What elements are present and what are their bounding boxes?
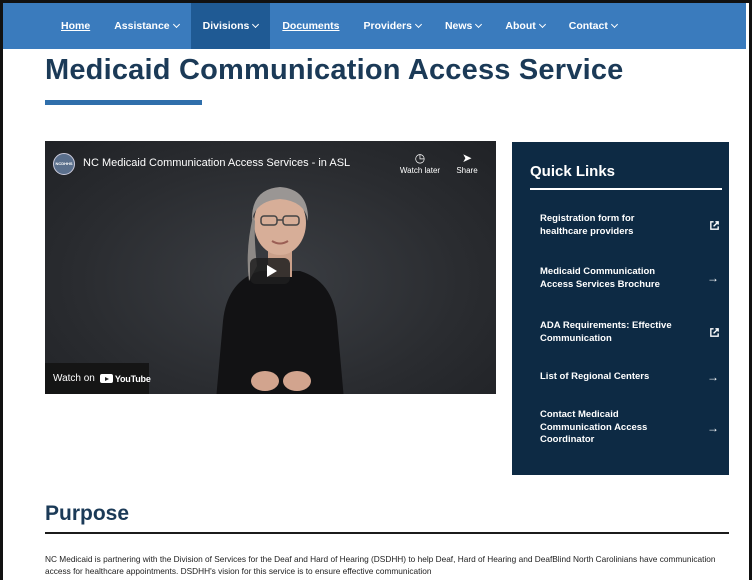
chevron-down-icon [172,20,180,28]
channel-logo[interactable]: NCDHHS [53,153,75,175]
quick-link-ada-requirements[interactable]: ADA Requirements: Effective Communicatio… [540,320,720,345]
quick-link-label: Registration form for healthcare provide… [540,213,635,237]
quick-link-label: List of Regional Centers [540,371,650,382]
youtube-logo: YouTube [99,373,151,384]
channel-logo-text: NCDHHS [55,161,73,166]
quick-link-label: Medicaid Communication Access Services B… [540,266,660,290]
purpose-body-text: NC Medicaid is partnering with the Divis… [45,554,716,576]
chevron-down-icon [475,20,483,28]
nav-label: About [505,20,536,32]
quick-links-panel: Quick Links Registration form for health… [512,142,729,475]
quick-link-registration-form[interactable]: Registration form for healthcare provide… [540,213,720,238]
quick-link-label: Contact Medicaid Communication Access Co… [540,409,648,445]
video-player[interactable]: NCDHHS NC Medicaid Communication Access … [45,141,496,394]
watch-later-label: Watch later [399,166,441,175]
external-link-icon [710,328,719,337]
share-label: Share [456,166,478,175]
nav-documents[interactable]: Documents [270,3,351,49]
nav-assistance[interactable]: Assistance [102,3,190,49]
chevron-down-icon [252,20,260,28]
page-title: Medicaid Communication Access Service [45,54,624,86]
nav-home[interactable]: Home [49,3,102,49]
watch-later-button[interactable]: ◷ Watch later [395,151,445,175]
chevron-down-icon [414,20,423,28]
quick-links-title: Quick Links [530,163,616,180]
nav-label: News [444,20,473,32]
title-accent-bar [45,100,202,105]
nav-contact[interactable]: Contact [557,3,629,49]
nav-providers[interactable]: Providers [352,3,433,49]
nav-label: Divisions [202,20,250,32]
nav-label: Assistance [114,20,170,32]
nav-label: Contact [568,20,608,32]
nav-label: Home [61,20,91,32]
share-icon: ➤ [461,151,473,165]
external-link-icon [710,221,719,230]
watch-on-youtube-link[interactable]: Watch on YouTube [45,363,151,394]
purpose-heading: Purpose [45,502,130,525]
nav-about[interactable]: About [493,3,556,49]
top-navigation: Home Assistance Divisions Documents Prov… [3,3,746,49]
arrow-right-icon: → [707,370,719,384]
watch-on-label: Watch on [53,373,95,384]
chevron-down-icon [610,20,618,28]
quick-link-label: ADA Requirements: Effective Communicatio… [540,320,672,344]
nav-label: Documents [282,20,340,32]
nav-divisions[interactable]: Divisions [190,3,271,49]
quick-link-brochure[interactable]: Medicaid Communication Access Services B… [540,266,720,291]
youtube-play-icon [99,374,113,383]
share-button[interactable]: ➤ Share [442,151,492,175]
video-title[interactable]: NC Medicaid Communication Access Service… [83,157,350,169]
nav-news[interactable]: News [433,3,493,49]
purpose-divider [45,532,729,534]
play-button[interactable] [250,258,290,284]
quick-links-divider [530,188,722,190]
arrow-right-icon: → [707,420,719,435]
quick-link-regional-centers[interactable]: List of Regional Centers → [540,371,720,384]
youtube-label: YouTube [114,373,151,384]
clock-icon: ◷ [414,151,426,165]
nav-label: Providers [363,20,412,32]
arrow-right-icon: → [707,271,719,286]
chevron-down-icon [538,20,546,28]
quick-link-contact-coordinator[interactable]: Contact Medicaid Communication Access Co… [540,409,720,447]
